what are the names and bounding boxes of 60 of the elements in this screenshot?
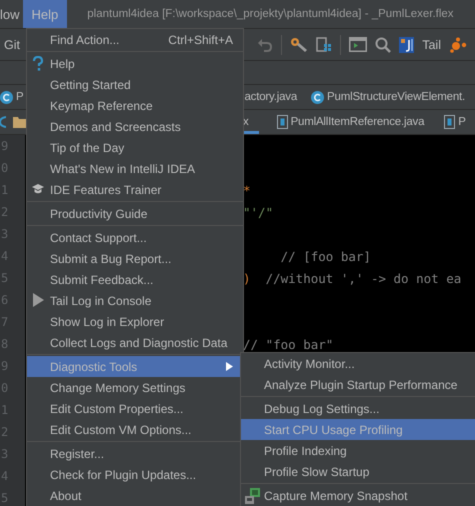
menu-item[interactable]: Register... (27, 443, 243, 464)
menu-item[interactable]: Profile Slow Startup (241, 461, 475, 482)
menu-item[interactable]: Debug Log Settings... (241, 398, 475, 419)
menu-item[interactable]: About (27, 485, 243, 506)
menu-item[interactable]: Edit Custom Properties... (27, 398, 243, 419)
editor-tab[interactable]: P (0, 85, 24, 109)
class-icon (0, 90, 13, 104)
menu-item[interactable]: Profile Indexing (241, 440, 475, 461)
menu-item[interactable]: Contact Support... (27, 227, 243, 248)
code-text: // [foo bar] (280, 248, 371, 264)
menu-item[interactable]: Edit Custom VM Options... (27, 419, 243, 440)
menu-bar-item[interactable]: low (0, 0, 23, 28)
menu-item[interactable]: Getting Started (27, 74, 243, 95)
menu-item[interactable]: Change Memory Settings (27, 377, 243, 398)
menu-item[interactable]: Productivity Guide (27, 203, 243, 224)
editor-tab[interactable]: PumlAllItemReference.java (276, 110, 424, 134)
menu-item[interactable]: Submit Feedback... (27, 269, 243, 290)
menu-item[interactable]: Find Action... Ctrl+Shift+A (27, 29, 243, 50)
wrench-gear-icon (290, 36, 308, 52)
menu-item[interactable]: Tail Log in Console (27, 290, 243, 311)
menu-item[interactable]: Analyze Plugin Startup Performance (241, 374, 475, 395)
editor-tab[interactable]: actory.java (244, 85, 298, 109)
java-file-icon (399, 36, 414, 52)
search-icon (375, 36, 392, 52)
refresh-icon (0, 115, 6, 129)
play-icon (31, 293, 45, 307)
tail-button[interactable]: Tail (422, 38, 441, 52)
git-label[interactable]: Git (4, 38, 20, 52)
code-text: // "foo bar" (243, 336, 334, 352)
terminal-icon (349, 37, 368, 52)
menu-item[interactable]: Capture Memory Snapshot (241, 485, 475, 506)
folder-icon (13, 116, 27, 128)
submenu-arrow-icon (226, 362, 233, 371)
menu-item[interactable]: Demos and Screencasts (27, 116, 243, 137)
editor-tab[interactable]: P (444, 110, 466, 134)
menu-item[interactable]: Collect Logs and Diagnostic Data (27, 332, 243, 353)
menu-item[interactable]: Show Log in Explorer (27, 311, 243, 332)
question-icon (31, 56, 45, 72)
menu-item[interactable]: Keymap Reference (27, 95, 243, 116)
file-icon (276, 115, 288, 129)
menu-item[interactable]: What's New in IntelliJ IDEA (27, 158, 243, 179)
menu-item[interactable]: Help (27, 53, 243, 74)
code-text: //without ',' -> do not ea (264, 270, 462, 286)
code-text: "'/" (243, 204, 274, 220)
menu-item[interactable]: Check for Plugin Updates... (27, 464, 243, 485)
editor-tab[interactable]: PumlStructureViewElement. (311, 85, 466, 109)
menu-item[interactable]: IDE Features Trainer (27, 179, 243, 200)
graduation-cap-icon (31, 182, 45, 196)
undo-icon (257, 38, 274, 52)
code-text: * (243, 182, 251, 198)
menu-item[interactable]: Submit a Bug Report... (27, 248, 243, 269)
menu-item[interactable]: Tip of the Day (27, 137, 243, 158)
nodes-icon (449, 36, 467, 52)
shortcut-label: Ctrl+Shift+A (168, 32, 233, 46)
file-icon (444, 115, 456, 129)
class-icon (311, 90, 324, 104)
menu-item[interactable]: Activity Monitor... (241, 353, 475, 374)
structure-icon (316, 36, 332, 52)
window-title: plantuml4idea [F:\workspace\_projekty\plantuml4idea] - _PumlLexer.flex (87, 7, 454, 22)
code-text: ) (243, 270, 251, 286)
